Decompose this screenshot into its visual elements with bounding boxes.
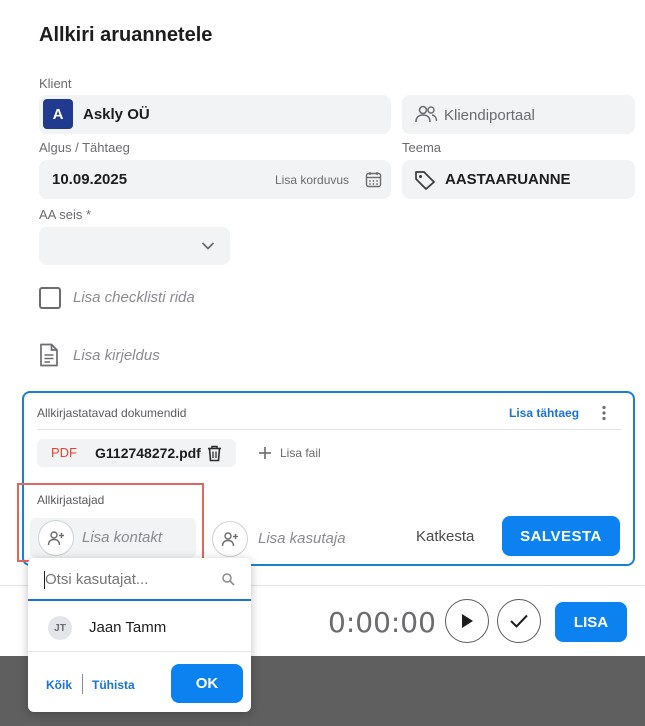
chevron-down-icon bbox=[201, 242, 215, 250]
description-input[interactable]: Lisa kirjeldus bbox=[73, 347, 160, 364]
user-name: Jaan Tamm bbox=[89, 619, 167, 636]
topic-label: Teema bbox=[402, 140, 442, 155]
tag-icon bbox=[415, 171, 435, 190]
plus-icon[interactable] bbox=[258, 446, 272, 460]
aa-status-label: AA seis * bbox=[39, 207, 92, 222]
date-field[interactable]: 10.09.2025 Lisa korduvus bbox=[39, 160, 391, 199]
people-icon bbox=[415, 105, 438, 123]
add-user-link[interactable]: Lisa kasutaja bbox=[258, 530, 346, 547]
search-icon bbox=[222, 573, 235, 586]
client-avatar: A bbox=[43, 99, 73, 129]
checklist-checkbox[interactable] bbox=[39, 287, 61, 309]
timer-display: 0:00:00 bbox=[328, 606, 436, 639]
more-vertical-icon[interactable] bbox=[601, 405, 607, 421]
topic-value: AASTAARUANNE bbox=[445, 171, 571, 188]
search-bar[interactable] bbox=[28, 558, 251, 601]
cancel-button[interactable]: Katkesta bbox=[416, 528, 474, 545]
client-field[interactable]: A Askly OÜ bbox=[39, 95, 391, 134]
date-value: 10.09.2025 bbox=[52, 171, 128, 188]
play-button[interactable] bbox=[445, 599, 489, 643]
client-portal-field[interactable]: Kliendiportaal bbox=[402, 95, 635, 134]
add-user-icon[interactable] bbox=[212, 521, 248, 557]
checklist-input[interactable]: Lisa checklisti rida bbox=[73, 289, 195, 306]
file-chip[interactable]: PDF G112748272.pdf bbox=[37, 439, 236, 467]
clear-link[interactable]: Tühista bbox=[92, 678, 135, 692]
select-all-link[interactable]: Kõik bbox=[46, 678, 72, 692]
file-name: G112748272.pdf bbox=[95, 445, 201, 461]
user-search-input[interactable] bbox=[45, 567, 215, 591]
trash-icon[interactable] bbox=[207, 445, 222, 462]
documents-header: Allkirjastatavad dokumendid bbox=[37, 406, 187, 420]
user-search-dropdown: JT Jaan Tamm Kõik Tühista OK bbox=[28, 558, 251, 712]
add-button[interactable]: LISA bbox=[555, 602, 627, 642]
divider bbox=[37, 429, 622, 430]
document-icon bbox=[40, 343, 58, 367]
signers-highlight bbox=[17, 483, 204, 562]
pdf-type-label: PDF bbox=[51, 445, 77, 460]
topic-field[interactable]: AASTAARUANNE bbox=[402, 160, 635, 199]
ok-button[interactable]: OK bbox=[171, 664, 243, 703]
dates-label: Algus / Tähtaeg bbox=[39, 140, 130, 155]
aa-status-select[interactable] bbox=[39, 227, 230, 265]
client-name: Askly OÜ bbox=[83, 106, 150, 123]
play-icon bbox=[462, 614, 473, 628]
add-repeat-link[interactable]: Lisa korduvus bbox=[275, 173, 349, 187]
save-button[interactable]: SALVESTA bbox=[502, 516, 620, 556]
dialog-title: Allkiri aruannetele bbox=[39, 24, 213, 46]
client-label: Klient bbox=[39, 76, 72, 91]
separator bbox=[82, 674, 83, 694]
check-icon bbox=[510, 614, 528, 628]
avatar: JT bbox=[48, 616, 72, 640]
add-deadline-link[interactable]: Lisa tähtaeg bbox=[509, 406, 579, 420]
add-file-link[interactable]: Lisa fail bbox=[280, 446, 321, 460]
calendar-icon[interactable] bbox=[365, 171, 382, 188]
list-item[interactable]: JT Jaan Tamm bbox=[28, 603, 251, 652]
client-portal-label: Kliendiportaal bbox=[444, 107, 535, 124]
complete-button[interactable] bbox=[497, 599, 541, 643]
